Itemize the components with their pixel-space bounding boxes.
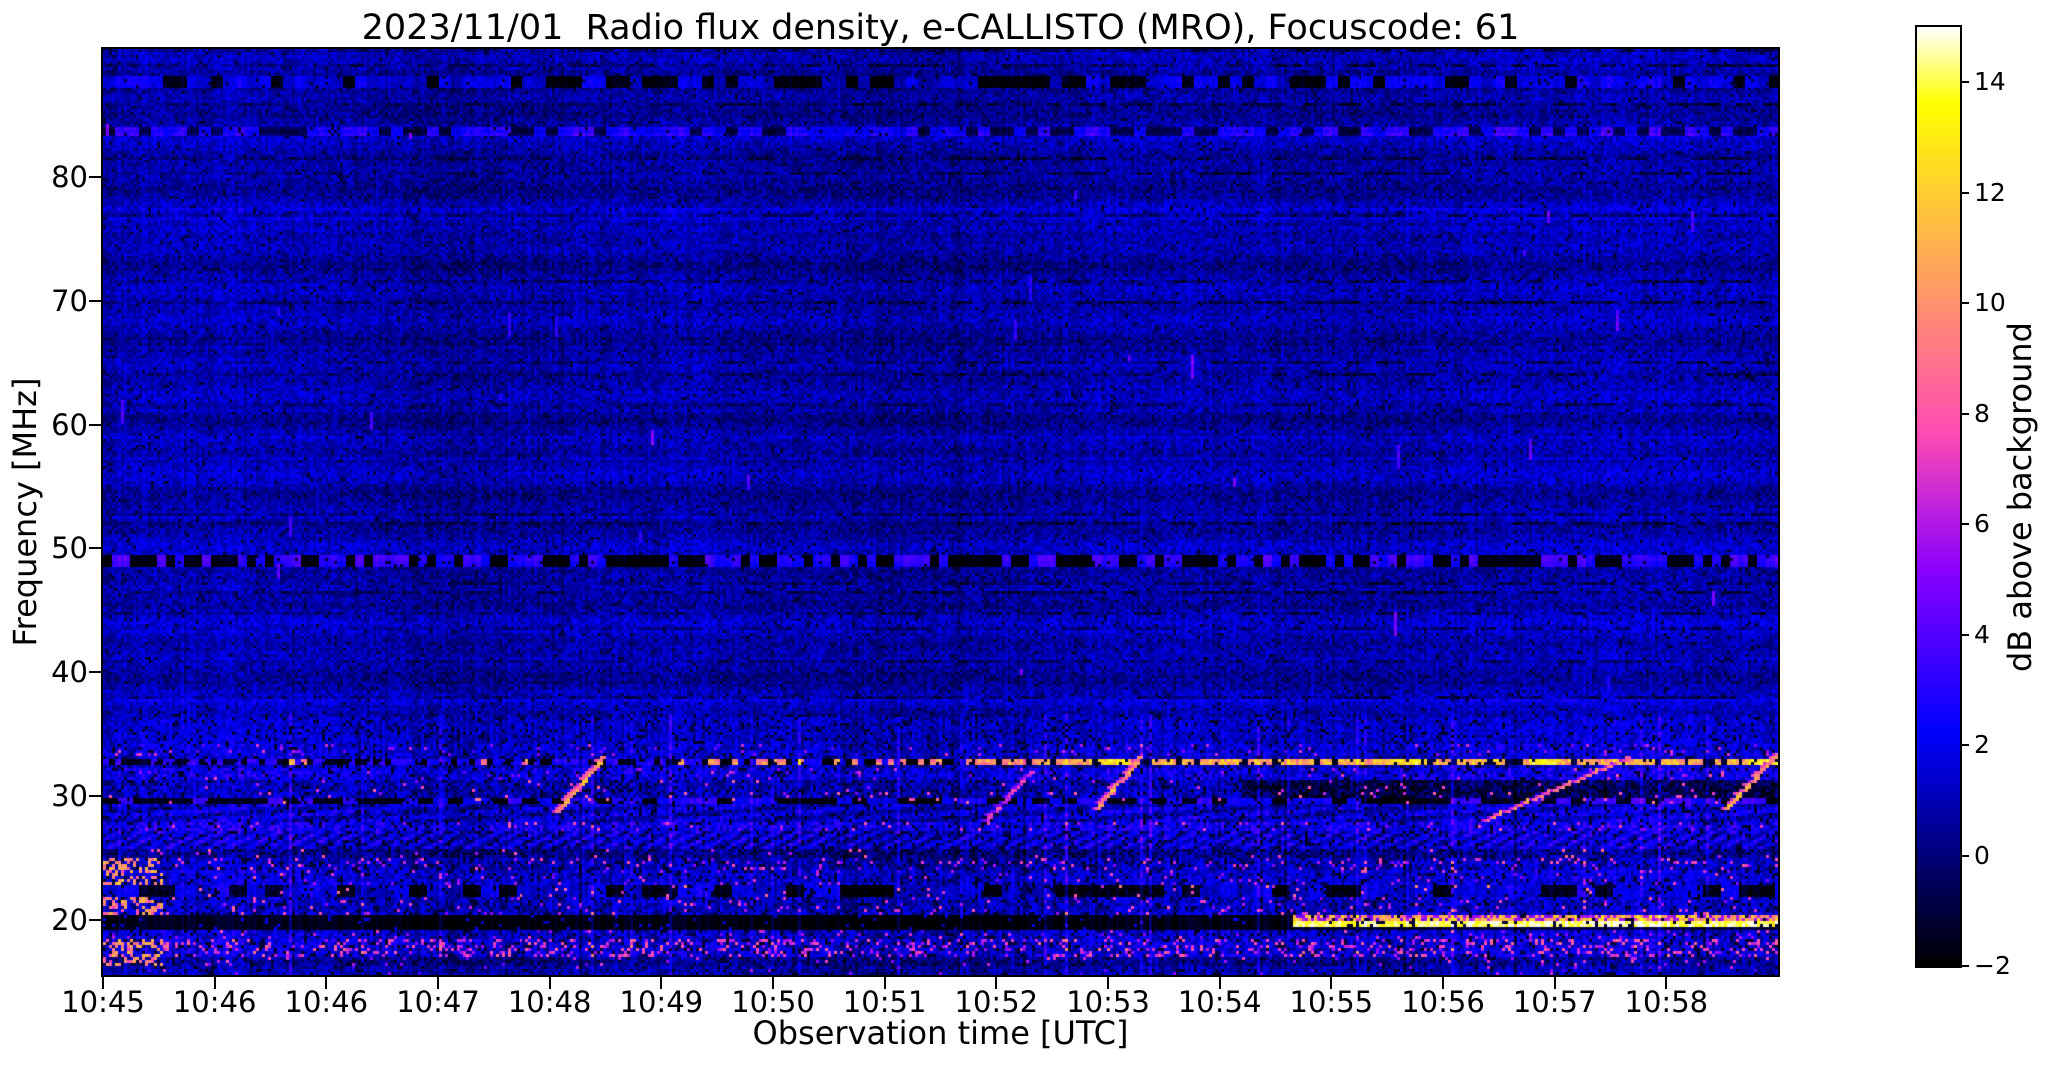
colorbar-tick-mark — [1961, 412, 1969, 415]
colorbar-tick-mark — [1961, 633, 1969, 636]
colorbar-tick-mark — [1961, 191, 1969, 194]
y-tick-label: 40 — [51, 655, 88, 690]
colorbar-tick-mark — [1961, 744, 1969, 747]
y-tick-mark — [89, 423, 101, 426]
colorbar-tick-mark — [1961, 965, 1969, 967]
y-tick-mark — [89, 547, 101, 550]
spectrogram-canvas — [103, 49, 1778, 975]
colorbar-tick-mark — [1961, 523, 1969, 526]
colorbar-tick-label: −2 — [1974, 951, 2011, 980]
y-tick-label: 80 — [51, 159, 88, 194]
colorbar-label: dB above background — [2001, 322, 2039, 672]
colorbar-tick-label: 8 — [1974, 398, 1990, 428]
y-tick-mark — [89, 299, 101, 302]
colorbar-tick-label: 14 — [1974, 67, 2006, 97]
figure: 2023/11/01 Radio flux density, e-CALLIST… — [0, 0, 2047, 1067]
colorbar-tick-label: 4 — [1974, 619, 1990, 649]
colorbar-tick-mark — [1961, 854, 1969, 857]
colorbar-tick-mark — [1961, 302, 1969, 305]
chart-title: 2023/11/01 Radio flux density, e-CALLIST… — [361, 8, 1520, 48]
colorbar-tick-label: 0 — [1974, 840, 1990, 870]
colorbar-tick-label: 2 — [1974, 730, 1990, 760]
y-tick-label: 70 — [51, 283, 88, 318]
x-axis-label: Observation time [UTC] — [752, 1014, 1129, 1052]
y-tick-mark — [89, 919, 101, 921]
colorbar-tick-mark — [1961, 81, 1969, 84]
colorbar-tick-label: 12 — [1974, 177, 2006, 207]
y-tick-mark — [89, 795, 101, 798]
colorbar-tick-label: 6 — [1974, 509, 1990, 539]
y-axis-label: Frequency [MHz] — [6, 377, 44, 647]
y-tick-mark — [89, 671, 101, 674]
y-tick-mark — [89, 175, 101, 178]
y-tick-label: 20 — [51, 903, 88, 937]
y-tick-label: 30 — [51, 779, 88, 814]
colorbar-tick-label: 10 — [1974, 288, 2006, 318]
colorbar-canvas — [1917, 27, 1960, 966]
